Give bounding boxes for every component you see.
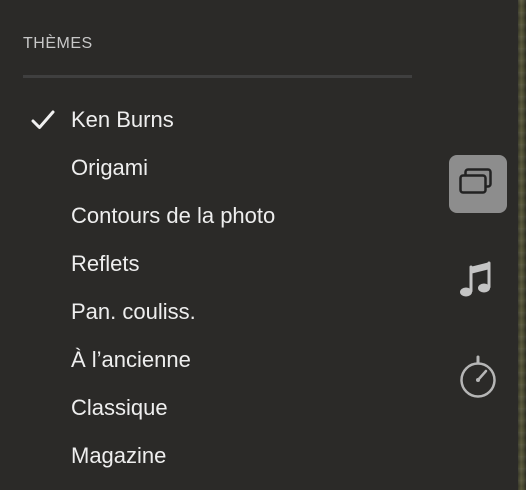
slideshow-settings-panel: THÈMES Ken Burns Origami Contours de la … (0, 0, 526, 490)
stopwatch-icon (460, 355, 496, 398)
themes-tool-button[interactable] (449, 155, 507, 213)
theme-label: Origami (71, 155, 149, 180)
theme-label: Classique (71, 395, 168, 420)
theme-item-pan-couliss[interactable]: Pan. couliss. (0, 288, 400, 336)
theme-list: Ken Burns Origami Contours de la photo R… (0, 96, 400, 480)
theme-label: Reflets (71, 251, 140, 276)
theme-item-origami[interactable]: Origami (0, 144, 400, 192)
themes-icon (459, 168, 492, 194)
theme-label: Ken Burns (71, 107, 174, 132)
theme-item-magazine[interactable]: Magazine (0, 432, 400, 480)
theme-item-ken-burns[interactable]: Ken Burns (0, 96, 400, 144)
theme-label: Pan. couliss. (71, 299, 196, 324)
theme-item-a-l-ancienne[interactable]: À l’ancienne (0, 336, 400, 384)
window-edge (518, 0, 526, 490)
theme-label: Contours de la photo (71, 203, 276, 228)
theme-label: Magazine (71, 443, 167, 468)
divider (23, 75, 412, 78)
section-title-themes: THÈMES (23, 35, 93, 52)
theme-label: À l’ancienne (71, 347, 191, 372)
music-tool-button[interactable] (449, 253, 507, 311)
theme-item-contours-de-la-photo[interactable]: Contours de la photo (0, 192, 400, 240)
theme-item-classique[interactable]: Classique (0, 384, 400, 432)
duration-tool-button[interactable] (449, 349, 507, 407)
music-note-icon (460, 261, 491, 297)
checkmark-icon (31, 110, 55, 129)
theme-item-reflets[interactable]: Reflets (0, 240, 400, 288)
